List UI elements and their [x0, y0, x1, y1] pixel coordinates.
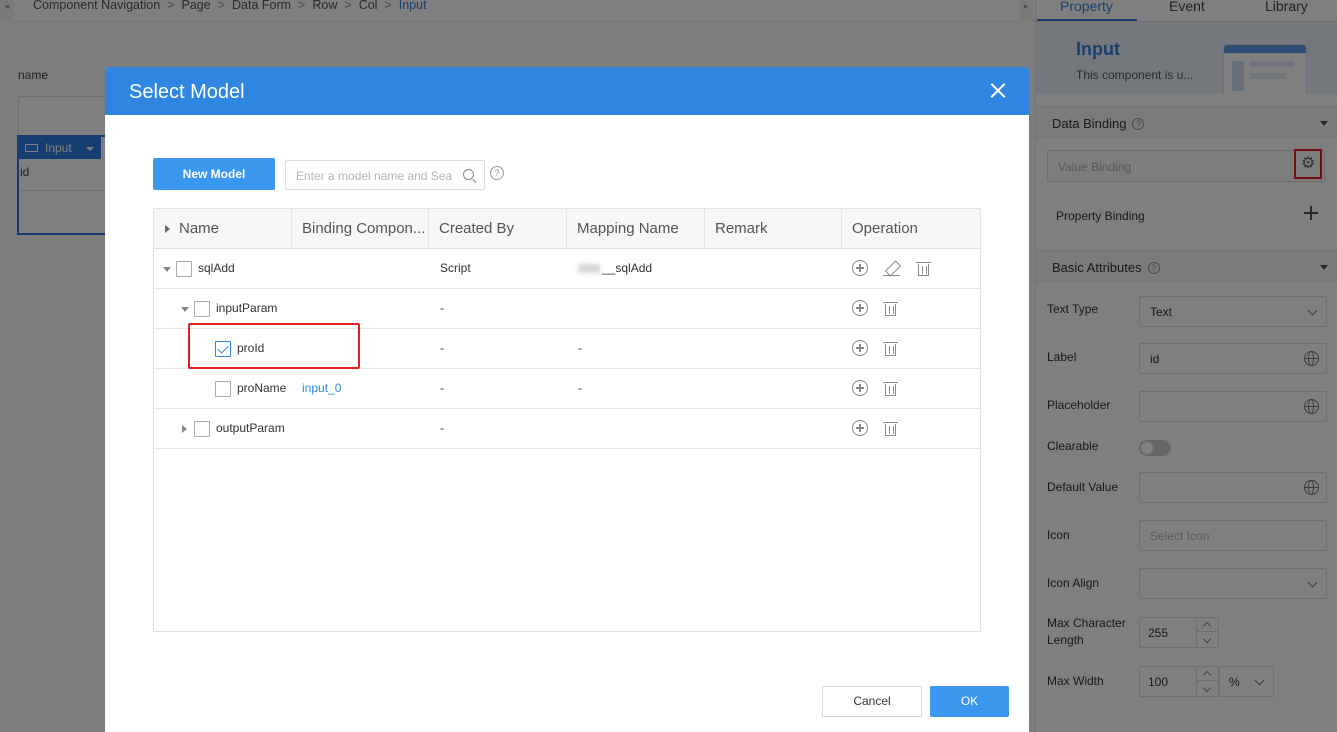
trash-icon[interactable]: [883, 380, 898, 396]
add-circle-icon[interactable]: [852, 380, 868, 396]
row-mapping: -: [578, 381, 582, 395]
model-table: Name Binding Compon... Created By Mappin…: [153, 208, 981, 632]
search-placeholder: Enter a model name and Sea: [296, 169, 453, 183]
help-icon[interactable]: ?: [490, 166, 504, 180]
new-model-button[interactable]: New Model: [153, 158, 275, 190]
column-header: Operation: [852, 220, 918, 237]
row-created-by: Script: [440, 261, 471, 275]
cancel-button[interactable]: Cancel: [822, 686, 922, 717]
row-checkbox[interactable]: [194, 301, 210, 317]
highlight-box: [188, 323, 360, 369]
row-mapping: -: [578, 341, 582, 355]
column-header-label: Name: [179, 220, 220, 237]
table-header: Name Binding Compon... Created By Mappin…: [154, 209, 980, 249]
row-name: proName: [237, 381, 287, 395]
row-mapping: __sqlAdd: [578, 249, 652, 288]
row-checkbox[interactable]: [215, 381, 231, 397]
collapse-icon[interactable]: [163, 267, 171, 272]
row-binding-link[interactable]: input_0: [302, 369, 341, 408]
column-header: Created By: [429, 209, 567, 249]
row-name: sqlAdd: [198, 261, 235, 275]
trash-icon[interactable]: [883, 340, 898, 356]
table-row[interactable]: outputParam -: [154, 409, 980, 449]
row-name: outputParam: [216, 421, 285, 435]
edit-icon[interactable]: [883, 260, 900, 276]
ok-button[interactable]: OK: [930, 686, 1009, 717]
trash-icon[interactable]: [883, 420, 898, 436]
column-header[interactable]: Name: [154, 209, 292, 249]
row-checkbox[interactable]: [176, 261, 192, 277]
table-row[interactable]: sqlAdd Script __sqlAdd: [154, 249, 980, 289]
row-created-by: -: [440, 421, 444, 435]
row-checkbox[interactable]: [194, 421, 210, 437]
add-circle-icon[interactable]: [852, 300, 868, 316]
dialog-title: Select Model: [129, 81, 245, 103]
add-circle-icon[interactable]: [852, 340, 868, 356]
trash-icon[interactable]: [883, 300, 898, 316]
column-header: Remark: [705, 209, 842, 249]
row-created-by: -: [440, 301, 444, 315]
expand-all-icon[interactable]: [165, 225, 170, 233]
collapse-icon[interactable]: [181, 307, 189, 312]
column-header: Binding Compon...: [292, 209, 429, 249]
close-icon[interactable]: [990, 83, 1005, 98]
dialog-header: Select Model: [105, 67, 1029, 115]
row-created-by: -: [440, 381, 444, 395]
model-search-input[interactable]: Enter a model name and Sea: [285, 160, 485, 190]
add-circle-icon[interactable]: [852, 420, 868, 436]
row-created-by: -: [440, 341, 444, 355]
row-mapping-value: __sqlAdd: [602, 261, 653, 275]
trash-icon[interactable]: [916, 260, 931, 276]
select-model-dialog: Select Model New Model Enter a model nam…: [105, 67, 1029, 732]
table-row[interactable]: proName input_0 - -: [154, 369, 980, 409]
search-icon[interactable]: [463, 169, 474, 180]
column-header: Mapping Name: [567, 209, 705, 249]
expand-icon[interactable]: [182, 425, 187, 433]
redacted-text: [578, 264, 600, 274]
add-circle-icon[interactable]: [852, 260, 868, 276]
